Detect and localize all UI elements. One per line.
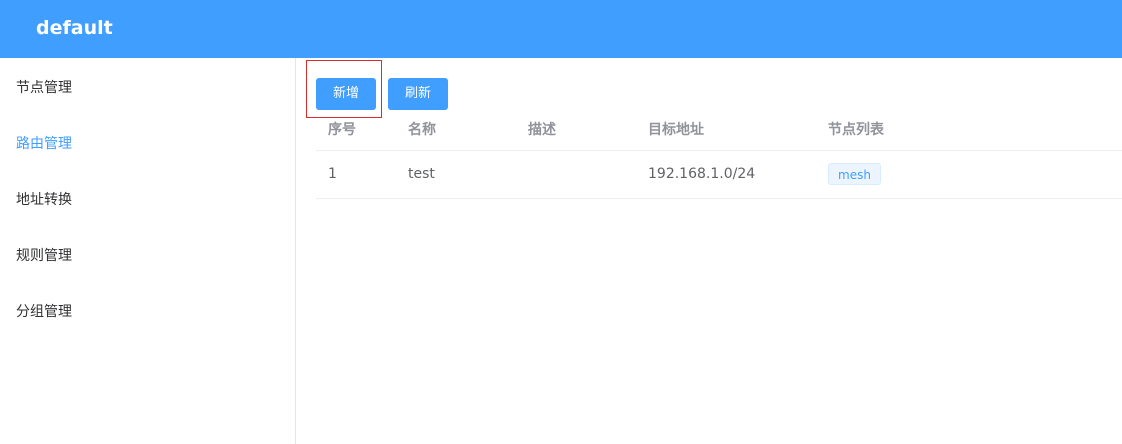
column-header-description: 描述 <box>528 122 556 138</box>
sidebar-item-nat[interactable]: 地址转换 <box>16 190 72 210</box>
sidebar-item-nodes[interactable]: 节点管理 <box>16 78 72 98</box>
table-header: 序号 名称 描述 目标地址 节点列表 <box>316 114 1122 151</box>
main-content: 新增 刷新 序号 名称 描述 目标地址 节点列表 1 test 192.168.… <box>296 58 1122 444</box>
column-header-name: 名称 <box>408 122 436 138</box>
sidebar-item-rules[interactable]: 规则管理 <box>16 246 72 266</box>
refresh-button[interactable]: 刷新 <box>388 78 448 110</box>
app-title: default <box>36 17 113 39</box>
cell-index: 1 <box>328 166 337 182</box>
table-row[interactable]: 1 test 192.168.1.0/24 mesh <box>316 150 1122 199</box>
cell-name: test <box>408 166 435 182</box>
column-header-nodes: 节点列表 <box>828 122 884 138</box>
node-tag: mesh <box>828 163 881 185</box>
column-header-target: 目标地址 <box>648 122 704 138</box>
sidebar-item-groups[interactable]: 分组管理 <box>16 302 72 322</box>
add-button[interactable]: 新增 <box>316 78 376 110</box>
column-header-index: 序号 <box>328 122 356 138</box>
app-header: default <box>0 0 1122 58</box>
sidebar-item-routes[interactable]: 路由管理 <box>16 134 72 154</box>
sidebar: 节点管理 路由管理 地址转换 规则管理 分组管理 <box>0 58 296 444</box>
cell-target: 192.168.1.0/24 <box>648 166 756 182</box>
